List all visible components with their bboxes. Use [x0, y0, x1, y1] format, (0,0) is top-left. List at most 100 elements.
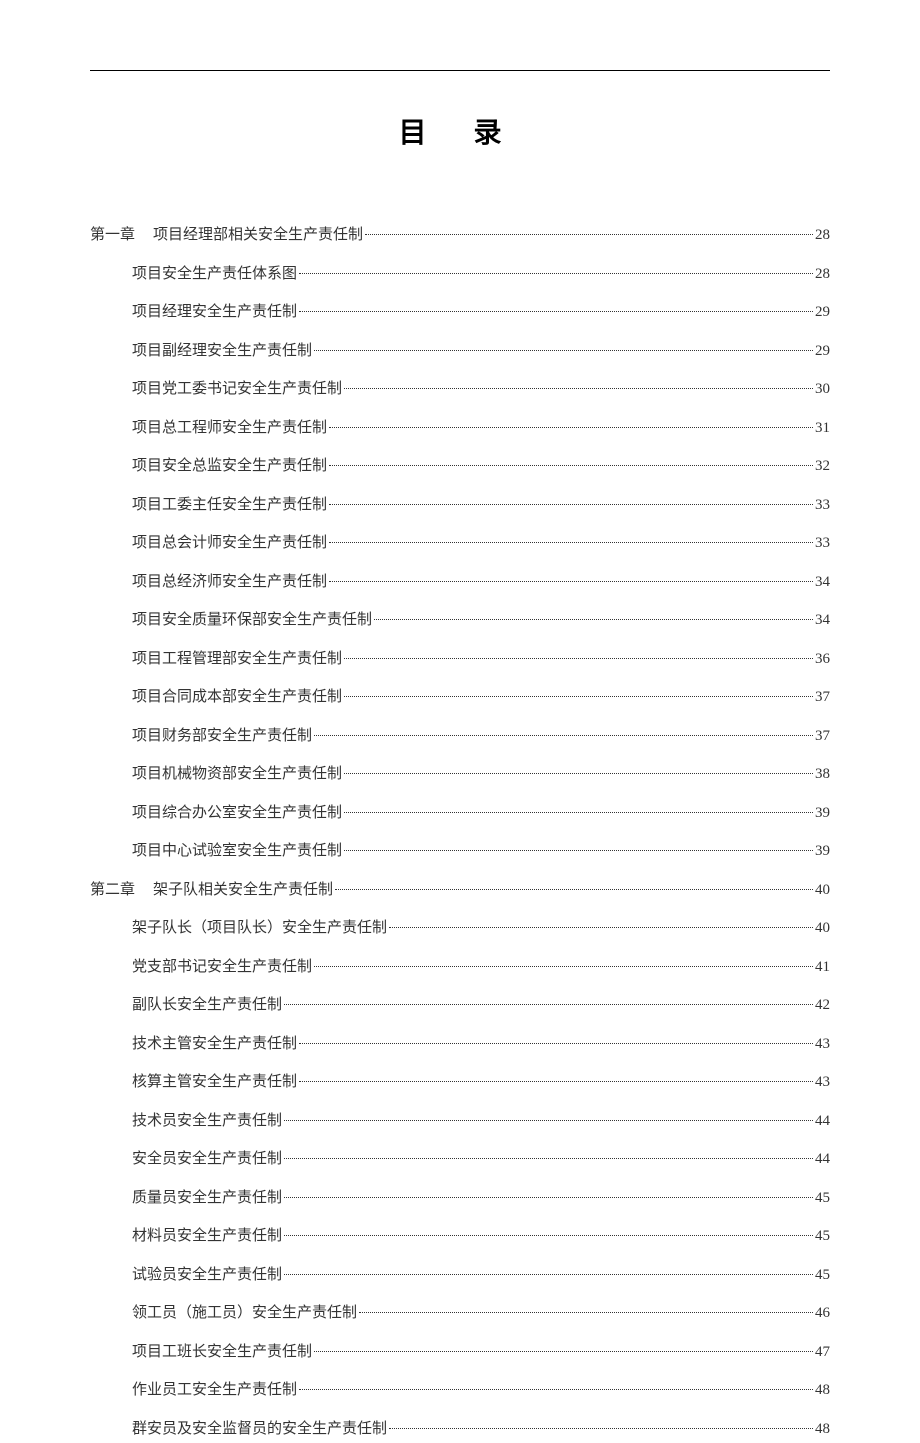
toc-leader-dots: [284, 1197, 813, 1198]
toc-page-number: 46: [815, 1299, 830, 1328]
toc-chapter-prefix: 第二章: [90, 876, 135, 905]
toc-leader-dots: [335, 889, 813, 890]
toc-leader-dots: [299, 1081, 813, 1082]
toc-item-row: 项目合同成本部安全生产责任制 37: [90, 683, 830, 712]
toc-leader-dots: [344, 658, 813, 659]
toc-chapter-label: 架子队相关安全生产责任制: [153, 876, 333, 905]
toc-item-label: 技术员安全生产责任制: [132, 1107, 282, 1136]
toc-leader-dots: [314, 735, 813, 736]
toc-item-row: 作业员工安全生产责任制 48: [90, 1376, 830, 1405]
toc-item-label: 安全员安全生产责任制: [132, 1145, 282, 1174]
toc-item-row: 项目财务部安全生产责任制 37: [90, 722, 830, 751]
toc-item-label: 项目总会计师安全生产责任制: [132, 529, 327, 558]
toc-leader-dots: [299, 273, 813, 274]
toc-item-row: 核算主管安全生产责任制 43: [90, 1068, 830, 1097]
toc-chapter-row: 第一章项目经理部相关安全生产责任制 28: [90, 221, 830, 250]
toc-item-row: 安全员安全生产责任制 44: [90, 1145, 830, 1174]
toc-item-row: 材料员安全生产责任制 45: [90, 1222, 830, 1251]
toc-leader-dots: [329, 427, 813, 428]
toc-leader-dots: [389, 1428, 813, 1429]
toc-page-number: 31: [815, 414, 830, 443]
toc-item-label: 作业员工安全生产责任制: [132, 1376, 297, 1405]
toc-page-number: 37: [815, 722, 830, 751]
toc-item-label: 党支部书记安全生产责任制: [132, 953, 312, 982]
toc-item-row: 架子队长（项目队长）安全生产责任制40: [90, 914, 830, 943]
toc-leader-dots: [344, 850, 813, 851]
toc-item-label: 项目安全总监安全生产责任制: [132, 452, 327, 481]
toc-leader-dots: [359, 1312, 813, 1313]
toc-page-number: 33: [815, 529, 830, 558]
toc-item-row: 项目综合办公室安全生产责任制39: [90, 799, 830, 828]
toc-item-row: 领工员（施工员）安全生产责任制 46: [90, 1299, 830, 1328]
toc-page-number: 34: [815, 606, 830, 635]
toc-page-number: 43: [815, 1068, 830, 1097]
toc-item-row: 党支部书记安全生产责任制41: [90, 953, 830, 982]
toc-page-number: 34: [815, 568, 830, 597]
toc-item-row: 副队长安全生产责任制 42: [90, 991, 830, 1020]
toc-page-number: 28: [815, 221, 830, 250]
toc-page-number: 38: [815, 760, 830, 789]
toc-item-row: 项目总会计师安全生产责任制 33: [90, 529, 830, 558]
toc-item-row: 项目安全总监安全生产责任制 32: [90, 452, 830, 481]
toc-item-label: 项目财务部安全生产责任制: [132, 722, 312, 751]
toc-page-number: 48: [815, 1376, 830, 1405]
toc-item-row: 技术主管安全生产责任制43: [90, 1030, 830, 1059]
toc-page-number: 40: [815, 876, 830, 905]
toc-leader-dots: [329, 581, 813, 582]
toc-page-number: 45: [815, 1261, 830, 1290]
table-of-contents: 第一章项目经理部相关安全生产责任制 28 项目安全生产责任体系图28 项目经理安全生产…: [90, 221, 830, 1443]
toc-item-row: 项目安全质量环保部安全生产责任制 34: [90, 606, 830, 635]
header-rule: [90, 70, 830, 71]
toc-leader-dots: [314, 1351, 813, 1352]
toc-leader-dots: [365, 234, 813, 235]
toc-leader-dots: [299, 1389, 813, 1390]
toc-chapter-prefix: 第一章: [90, 221, 135, 250]
toc-page-number: 39: [815, 837, 830, 866]
toc-leader-dots: [284, 1004, 813, 1005]
toc-page-number: 48: [815, 1415, 830, 1443]
toc-page-number: 36: [815, 645, 830, 674]
toc-chapter-row: 第二章架子队相关安全生产责任制 40: [90, 876, 830, 905]
toc-page-number: 30: [815, 375, 830, 404]
toc-item-label: 项目工委主任安全生产责任制: [132, 491, 327, 520]
toc-leader-dots: [284, 1158, 813, 1159]
toc-item-label: 项目经理安全生产责任制: [132, 298, 297, 327]
toc-leader-dots: [314, 966, 813, 967]
toc-item-label: 材料员安全生产责任制: [132, 1222, 282, 1251]
toc-page-number: 29: [815, 337, 830, 366]
toc-item-row: 项目党工委书记安全生产责任制 30: [90, 375, 830, 404]
toc-item-label: 领工员（施工员）安全生产责任制: [132, 1299, 357, 1328]
toc-chapter-label: 项目经理部相关安全生产责任制: [153, 221, 363, 250]
toc-page-number: 33: [815, 491, 830, 520]
toc-page-number: 45: [815, 1222, 830, 1251]
toc-leader-dots: [284, 1235, 813, 1236]
toc-item-label: 项目党工委书记安全生产责任制: [132, 375, 342, 404]
toc-item-row: 项目安全生产责任体系图28: [90, 260, 830, 289]
toc-page-number: 32: [815, 452, 830, 481]
toc-item-label: 项目合同成本部安全生产责任制: [132, 683, 342, 712]
toc-page-number: 37: [815, 683, 830, 712]
toc-item-label: 技术主管安全生产责任制: [132, 1030, 297, 1059]
toc-item-label: 副队长安全生产责任制: [132, 991, 282, 1020]
toc-item-row: 项目机械物资部安全生产责任制38: [90, 760, 830, 789]
toc-leader-dots: [374, 619, 813, 620]
toc-page-number: 40: [815, 914, 830, 943]
toc-leader-dots: [344, 696, 813, 697]
toc-page-number: 47: [815, 1338, 830, 1367]
toc-item-label: 试验员安全生产责任制: [132, 1261, 282, 1290]
toc-item-row: 技术员安全生产责任制44: [90, 1107, 830, 1136]
toc-page-number: 44: [815, 1145, 830, 1174]
toc-item-label: 项目副经理安全生产责任制: [132, 337, 312, 366]
toc-page-number: 42: [815, 991, 830, 1020]
toc-item-label: 群安员及安全监督员的安全生产责任制: [132, 1415, 387, 1443]
toc-leader-dots: [284, 1274, 813, 1275]
toc-page-number: 45: [815, 1184, 830, 1213]
toc-item-row: 项目工班长安全生产责任制47: [90, 1338, 830, 1367]
page-title: 目 录: [90, 111, 830, 151]
toc-item-label: 项目工程管理部安全生产责任制: [132, 645, 342, 674]
toc-item-row: 项目副经理安全生产责任制 29: [90, 337, 830, 366]
document-page: 目 录 第一章项目经理部相关安全生产责任制 28 项目安全生产责任体系图28 项目经理…: [0, 0, 920, 1443]
toc-item-label: 核算主管安全生产责任制: [132, 1068, 297, 1097]
toc-item-row: 项目总经济师安全生产责任制34: [90, 568, 830, 597]
toc-item-label: 项目安全质量环保部安全生产责任制: [132, 606, 372, 635]
